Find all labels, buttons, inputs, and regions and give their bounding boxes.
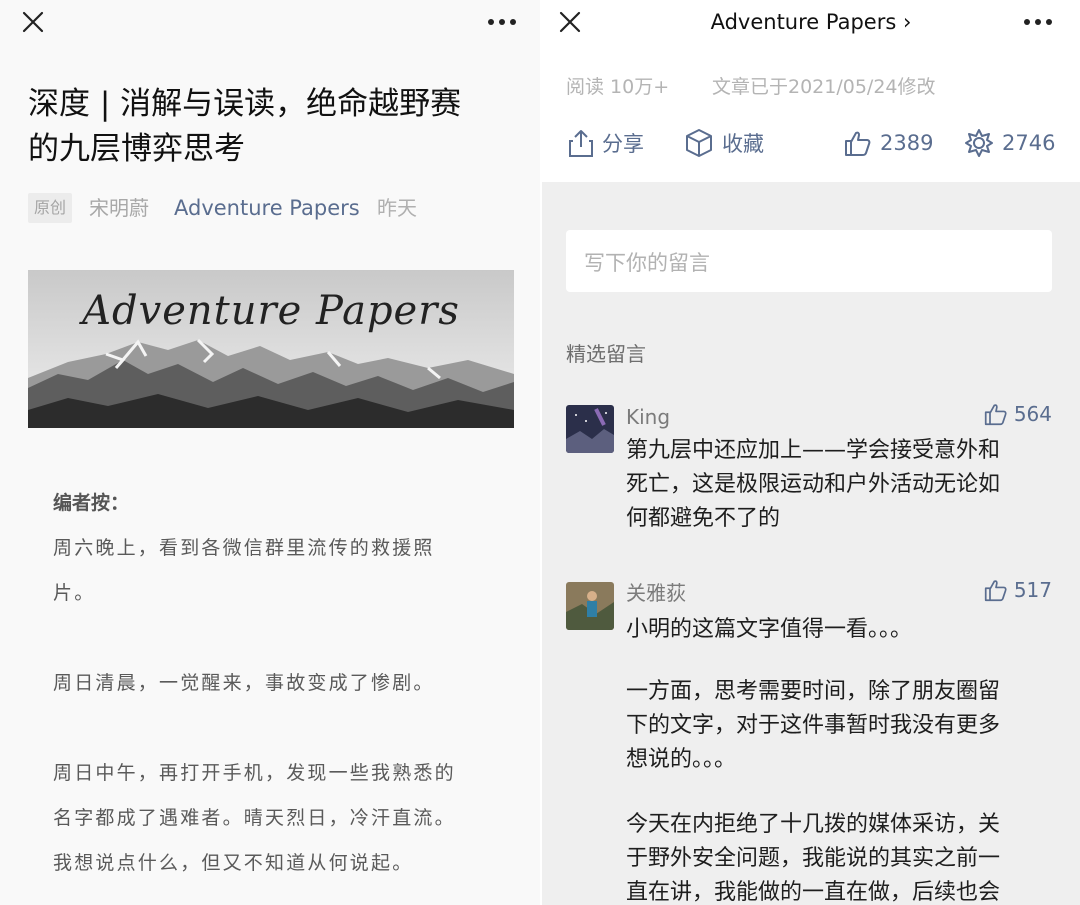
- comments-panel: Adventure Papers › 阅读 10万+ 文章已于2021/05/2…: [542, 0, 1080, 905]
- share-icon: [569, 130, 593, 157]
- banner-image: Adventure Papers: [28, 270, 514, 428]
- banner-script-title: Adventure Papers: [82, 288, 460, 334]
- avatar-image: [566, 582, 614, 630]
- paragraph-line: 我想说点什么，但又不知道从何说起。: [53, 852, 414, 874]
- close-icon[interactable]: [22, 11, 44, 33]
- account-title[interactable]: Adventure Papers ›: [542, 8, 1080, 36]
- comment-line: 下的文字，对于这件事暂时我没有更多: [626, 713, 1001, 738]
- comment-line: 想说的。。。: [626, 747, 737, 772]
- more-icon[interactable]: [487, 18, 517, 26]
- like-count: 2389: [880, 131, 934, 155]
- comment-text: 第九层中还应加上——学会接受意外和 死亡，这是极限运动和户外活动无论如 何都避免…: [626, 434, 1056, 536]
- comment-line: 直在讲，我能做的一直在做，后续也会: [626, 880, 1001, 905]
- comment-line: 一方面，思考需要时间，除了朋友圈留: [626, 679, 1001, 704]
- featured-comments-label: 精选留言: [566, 342, 646, 366]
- avatar-image: [566, 405, 614, 453]
- avatar[interactable]: [566, 405, 614, 453]
- comment-line: 小明的这篇文字值得一看。。。: [626, 617, 913, 642]
- comment-like-count: 517: [1013, 578, 1052, 602]
- article-title: 深度 | 消解与误读，绝命越野赛 的九层博弈思考: [28, 82, 508, 172]
- favorite-label: 收藏: [722, 132, 764, 156]
- comment-line: 死亡，这是极限运动和户外活动无论如: [626, 472, 1001, 497]
- paragraph-line: 周六晚上，看到各微信群里流传的救援照: [53, 537, 435, 559]
- commenter-name: 关雅荻: [626, 581, 686, 605]
- comment-input[interactable]: 写下你的留言: [566, 230, 1052, 292]
- original-tag: 原创: [28, 193, 73, 223]
- wow-button[interactable]: 2746: [964, 126, 1055, 160]
- read-count: 阅读 10万+: [566, 76, 670, 98]
- share-label: 分享: [602, 132, 644, 156]
- chevron-right-icon: ›: [903, 10, 912, 34]
- thumbs-up-icon: [845, 131, 871, 156]
- like-button[interactable]: 2389: [844, 126, 933, 160]
- article-title-line: 的九层博弈思考: [28, 131, 245, 167]
- comment-line: 第九层中还应加上——学会接受意外和: [626, 438, 1001, 463]
- account-link[interactable]: Adventure Papers: [174, 195, 360, 221]
- comment-placeholder: 写下你的留言: [584, 251, 710, 275]
- paragraph-line: 周日中午，再打开手机，发现一些我熟悉的: [53, 762, 456, 784]
- wow-count: 2746: [1002, 131, 1056, 155]
- comment-like-count: 564: [1013, 402, 1052, 426]
- paragraph-line: 片。: [53, 582, 96, 604]
- article-panel: 深度 | 消解与误读，绝命越野赛 的九层博弈思考 原创 宋明蔚 Adventur…: [0, 0, 540, 905]
- avatar[interactable]: [566, 582, 614, 630]
- comment-line: 何都避免不了的: [626, 506, 781, 531]
- thumbs-up-icon: [984, 580, 1007, 602]
- comment-line: 今天在内拒绝了十几拨的媒体采访，关: [626, 812, 1001, 837]
- modified-note: 文章已于2021/05/24修改: [712, 76, 936, 98]
- comment-like-button[interactable]: 517: [984, 578, 1052, 602]
- more-icon[interactable]: [1023, 18, 1053, 26]
- editor-note-heading: 编者按：: [53, 492, 130, 514]
- thumbs-up-icon: [984, 404, 1007, 426]
- box-icon: [686, 129, 712, 157]
- commenter-name: King: [626, 405, 671, 429]
- article-title-line: 深度 | 消解与误读，绝命越野赛: [28, 86, 462, 122]
- author-name: 宋明蔚: [89, 196, 149, 220]
- flower-icon: [965, 129, 993, 157]
- paragraph-line: 名字都成了遇难者。晴天烈日，冷汗直流。: [53, 807, 456, 829]
- paragraph-line: 周日清晨，一觉醒来，事故变成了惨剧。: [53, 672, 435, 694]
- comment-like-button[interactable]: 564: [984, 402, 1052, 426]
- account-title-text: Adventure Papers: [710, 10, 897, 34]
- share-button[interactable]: 分享: [568, 126, 644, 160]
- comment-line: 于野外安全问题，我能说的其实之前一: [626, 846, 1001, 871]
- favorite-button[interactable]: 收藏: [684, 126, 764, 160]
- publish-time: 昨天: [377, 196, 417, 220]
